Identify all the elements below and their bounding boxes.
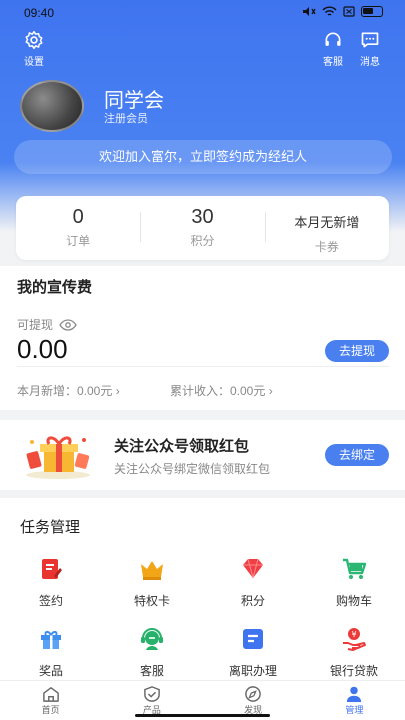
headset-icon [141, 628, 163, 650]
document-icon [243, 629, 263, 649]
total-income-link[interactable]: 累计收入：0.00元 › [170, 382, 273, 399]
user-name: 同学会 [104, 90, 164, 112]
stat-value: 0 [72, 206, 84, 228]
withdraw-button[interactable]: 去提现 [325, 340, 389, 362]
headset-icon [325, 32, 341, 46]
withdrawable-amount: 0.00 [17, 334, 68, 364]
task-label: 积分 [240, 594, 265, 608]
sign-icon [42, 559, 62, 579]
status-time: 09:40 [24, 6, 55, 20]
promotion-fee-section: 我的宣传费 可提现 0.00 去提现 本月新增：0.00元 › 累计收入：0.0… [0, 266, 405, 410]
task-sign[interactable]: 签约 [11, 556, 91, 609]
messages-label: 消息 [360, 57, 380, 68]
task-label: 签约 [38, 594, 63, 608]
eye-icon[interactable] [59, 318, 77, 331]
task-label: 特权卡 [133, 594, 170, 608]
task-label: 客服 [139, 664, 164, 678]
wifi-icon [322, 6, 337, 16]
mute-icon [303, 7, 316, 16]
svg-text:¥: ¥ [351, 630, 356, 639]
section-title: 任务管理 [20, 519, 81, 536]
sign-up-banner[interactable]: 欢迎加入富尔，立即签约成为经纪人 [14, 140, 392, 174]
status-icons [302, 6, 383, 17]
cart-icon [343, 558, 367, 579]
task-label: 银行贷款 [329, 664, 378, 678]
service-button[interactable]: 客服 [313, 30, 353, 68]
stats-card: 0 订单 30 积分 本月无新增 卡券 [16, 196, 389, 260]
sim-icon [343, 6, 355, 17]
task-customer-service[interactable]: 客服 [112, 626, 192, 679]
task-privilege-card[interactable]: 特权卡 [112, 556, 192, 609]
home-indicator [135, 714, 270, 717]
withdrawable-label: 可提现 [17, 318, 54, 332]
task-label: 奖品 [38, 664, 63, 678]
stat-value: 30 [191, 206, 214, 228]
gift-box-icon [26, 436, 90, 479]
tab-manage[interactable]: 管理 [304, 681, 405, 720]
loan-icon: ¥ [343, 628, 366, 651]
wechat-promo-card: 关注公众号领取红包 关注公众号绑定微信领取红包 去绑定 [0, 420, 405, 490]
avatar[interactable] [20, 80, 84, 132]
messages-button[interactable]: 消息 [350, 30, 390, 68]
promo-title: 关注公众号领取红包 [114, 438, 250, 455]
settings-label: 设置 [24, 57, 44, 68]
chevron-right-icon: › [268, 384, 273, 398]
service-label: 客服 [323, 57, 343, 68]
task-points[interactable]: 积分 [213, 556, 293, 609]
task-label: 离职办理 [228, 664, 277, 678]
bind-button[interactable]: 去绑定 [325, 444, 389, 466]
task-label: 购物车 [335, 594, 372, 608]
task-cart[interactable]: 购物车 [314, 556, 394, 609]
status-bar: 09:40 [0, 0, 405, 26]
tab-label: 管理 [345, 705, 364, 715]
settings-button[interactable]: 设置 [14, 30, 54, 68]
section-title: 我的宣传费 [17, 279, 93, 296]
product-icon [144, 686, 160, 702]
stat-orders[interactable]: 0 订单 [16, 196, 140, 260]
stat-label: 积分 [190, 234, 215, 248]
stat-coupons[interactable]: 本月无新增 卡券 [264, 196, 389, 260]
stat-value: 本月无新增 [294, 215, 360, 230]
withdrawable-row: 可提现 [17, 316, 77, 333]
home-icon [42, 687, 59, 702]
task-bank-loan[interactable]: ¥ 银行贷款 [314, 626, 394, 679]
monthly-new-link[interactable]: 本月新增：0.00元 › [17, 382, 120, 399]
person-icon [347, 686, 362, 702]
crown-icon [141, 561, 163, 580]
task-resignation[interactable]: 离职办理 [213, 626, 293, 679]
tab-label: 首页 [41, 705, 60, 715]
tab-home[interactable]: 首页 [0, 681, 101, 720]
message-icon [361, 32, 379, 48]
divider [17, 366, 389, 367]
stat-label: 卡券 [314, 240, 339, 254]
task-prizes[interactable]: 奖品 [11, 626, 91, 679]
gift-icon [41, 631, 61, 649]
total-income-text: 累计收入：0.00元 [170, 384, 266, 398]
diamond-icon [243, 558, 263, 579]
promo-subtitle: 关注公众号绑定微信领取红包 [114, 462, 271, 476]
gear-icon [25, 30, 43, 50]
task-management-section: 任务管理 签约 特权卡 积分 购物车 奖品 客服 离职办理 ¥ 银行贷款 [0, 498, 405, 680]
stat-points[interactable]: 30 积分 [140, 196, 264, 260]
monthly-new-text: 本月新增：0.00元 [17, 384, 113, 398]
user-level: 注册会员 [104, 113, 148, 125]
stat-label: 订单 [66, 234, 91, 248]
battery-icon [361, 6, 383, 17]
compass-icon [245, 686, 261, 702]
chevron-right-icon: › [115, 384, 120, 398]
